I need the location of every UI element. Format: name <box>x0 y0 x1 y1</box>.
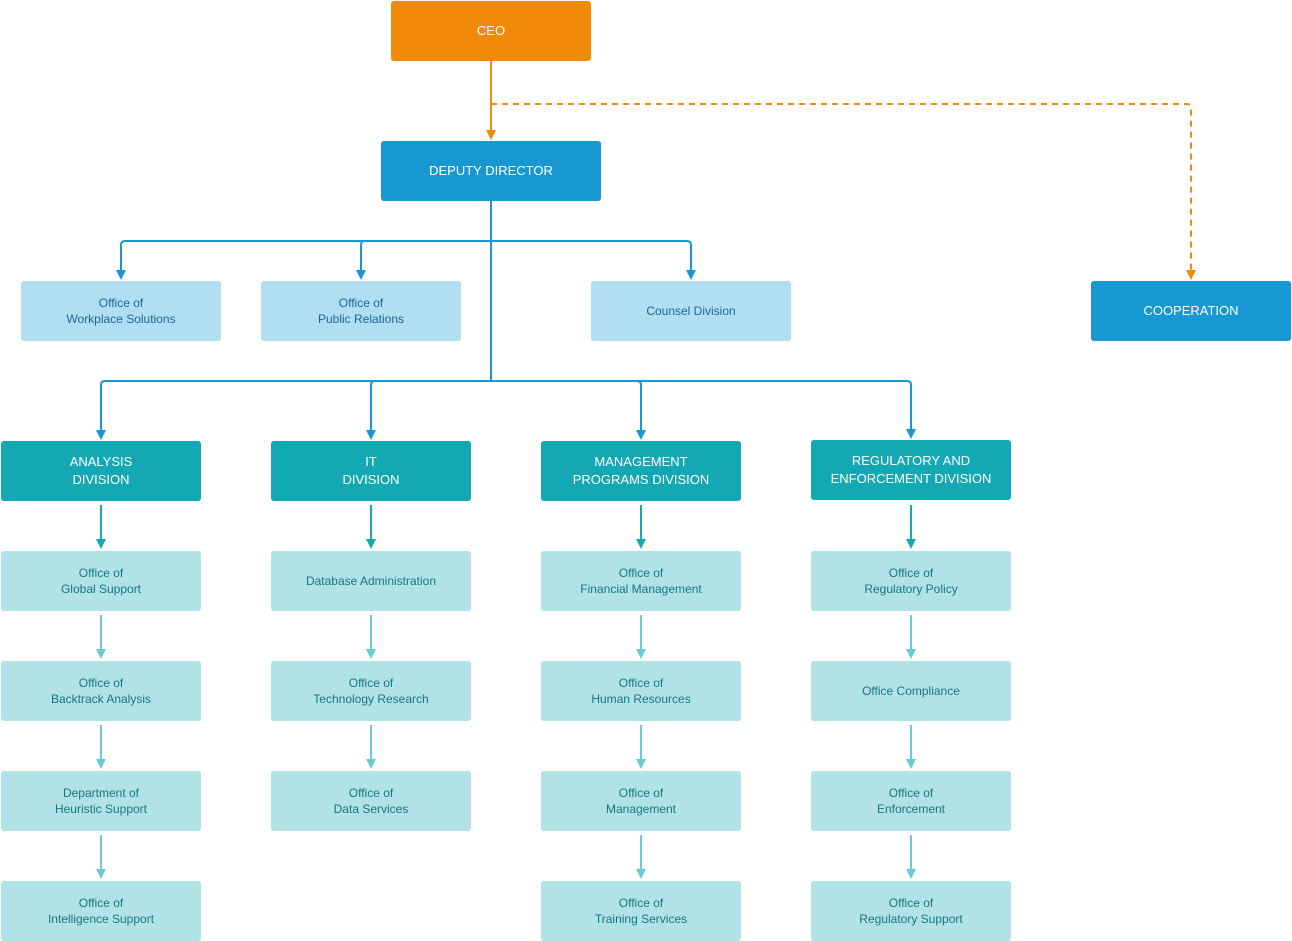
arrowhead-division-2-office-1 <box>636 649 646 659</box>
node-counsel-division[interactable]: Counsel Division <box>591 281 791 341</box>
node-workplace-solutions[interactable]: Office of Workplace Solutions <box>21 281 221 341</box>
node-human-resources[interactable]: Office of Human Resources <box>541 661 741 721</box>
node-label: Office of Human Resources <box>591 676 691 706</box>
node-office-compliance[interactable]: Office Compliance <box>811 661 1011 721</box>
arrowhead-division-0-office-0 <box>96 539 106 549</box>
connector-deputy-it <box>370 380 491 432</box>
connector-deputy-public-relations <box>360 240 491 272</box>
node-database-administration[interactable]: Database Administration <box>271 551 471 611</box>
node-label: Office of Data Services <box>333 786 409 816</box>
node-intelligence-support[interactable]: Office of Intelligence Support <box>1 881 201 941</box>
node-label: Office of Regulatory Support <box>859 896 963 926</box>
node-data-services[interactable]: Office of Data Services <box>271 771 471 831</box>
node-public-relations[interactable]: Office of Public Relations <box>261 281 461 341</box>
node-enforcement[interactable]: Office of Enforcement <box>811 771 1011 831</box>
connector-deputy-management <box>491 380 642 432</box>
connector-deputy-workplace <box>120 240 491 272</box>
node-management[interactable]: Office of Management <box>541 771 741 831</box>
arrowhead-ceo-deputy <box>486 130 496 140</box>
node-label: Database Administration <box>305 574 437 588</box>
node-label: ANALYSIS DIVISION <box>69 454 133 487</box>
arrowhead-division-3-office-0 <box>906 539 916 549</box>
arrowhead-division-2-office-3 <box>636 869 646 879</box>
arrowhead-division-2-office-2 <box>636 759 646 769</box>
node-label: Office of Backtrack Analysis <box>50 676 152 706</box>
connector-deputy-regulatory <box>491 380 912 431</box>
node-label: IT DIVISION <box>342 454 400 487</box>
arrowhead-division-0-office-2 <box>96 759 106 769</box>
node-deputy-director[interactable]: DEPUTY DIRECTOR <box>381 141 601 201</box>
arrowhead-division-1-office-0 <box>366 539 376 549</box>
arrowhead-division-1-office-1 <box>366 649 376 659</box>
node-label: CEO <box>476 23 506 38</box>
node-label: Office of Public Relations <box>317 296 405 326</box>
arrowhead-division-3-office-1 <box>906 649 916 659</box>
node-label: Counsel Division <box>646 304 736 318</box>
arrowhead-deputy-analysis <box>96 430 106 440</box>
arrowhead-deputy-management <box>636 430 646 440</box>
arrowhead-division-0-office-1 <box>96 649 106 659</box>
node-heuristic-support[interactable]: Department of Heuristic Support <box>1 771 201 831</box>
node-regulatory-support[interactable]: Office of Regulatory Support <box>811 881 1011 941</box>
connector-deputy-counsel <box>491 240 692 272</box>
node-label: Office of Global Support <box>60 566 142 596</box>
arrowhead-deputy-counsel <box>686 270 696 280</box>
arrowhead-deputy-public-relations <box>356 270 366 280</box>
node-technology-research[interactable]: Office of Technology Research <box>271 661 471 721</box>
node-label: Office of Enforcement <box>876 786 946 816</box>
node-backtrack-analysis[interactable]: Office of Backtrack Analysis <box>1 661 201 721</box>
node-label: REGULATORY AND ENFORCEMENT DIVISION <box>830 453 992 486</box>
node-financial-management[interactable]: Office of Financial Management <box>541 551 741 611</box>
node-label: Office of Management <box>605 786 677 816</box>
node-label: Office of Regulatory Policy <box>864 566 958 596</box>
arrowhead-ceo-cooperation <box>1186 270 1196 280</box>
node-management-programs-division[interactable]: MANAGEMENT PROGRAMS DIVISION <box>541 441 741 501</box>
node-label: Department of Heuristic Support <box>54 786 148 816</box>
node-label: Office of Technology Research <box>313 676 429 706</box>
arrowhead-division-3-office-3 <box>906 869 916 879</box>
connector-deputy-analysis <box>100 380 491 432</box>
node-label: Office of Workplace Solutions <box>66 296 176 326</box>
node-label: DEPUTY DIRECTOR <box>429 163 553 178</box>
node-label: Office of Training Services <box>594 896 688 926</box>
node-label: Office of Financial Management <box>580 566 702 596</box>
arrowhead-deputy-regulatory <box>906 429 916 439</box>
node-label: Office of Intelligence Support <box>47 896 155 926</box>
arrowhead-division-0-office-3 <box>96 869 106 879</box>
node-regulatory-enforcement-division[interactable]: REGULATORY AND ENFORCEMENT DIVISION <box>811 440 1011 500</box>
node-global-support[interactable]: Office of Global Support <box>1 551 201 611</box>
arrowhead-division-3-office-2 <box>906 759 916 769</box>
node-analysis-division[interactable]: ANALYSIS DIVISION <box>1 441 201 501</box>
node-training-services[interactable]: Office of Training Services <box>541 881 741 941</box>
node-ceo[interactable]: CEO <box>391 1 591 61</box>
arrowhead-deputy-workplace <box>116 270 126 280</box>
node-cooperation[interactable]: COOPERATION <box>1091 281 1291 341</box>
arrowhead-division-1-office-2 <box>366 759 376 769</box>
arrowhead-division-2-office-0 <box>636 539 646 549</box>
node-label: MANAGEMENT PROGRAMS DIVISION <box>572 454 710 487</box>
arrowhead-deputy-it <box>366 430 376 440</box>
node-label: COOPERATION <box>1143 303 1239 318</box>
node-label: Office Compliance <box>862 684 960 698</box>
node-regulatory-policy[interactable]: Office of Regulatory Policy <box>811 551 1011 611</box>
node-it-division[interactable]: IT DIVISION <box>271 441 471 501</box>
